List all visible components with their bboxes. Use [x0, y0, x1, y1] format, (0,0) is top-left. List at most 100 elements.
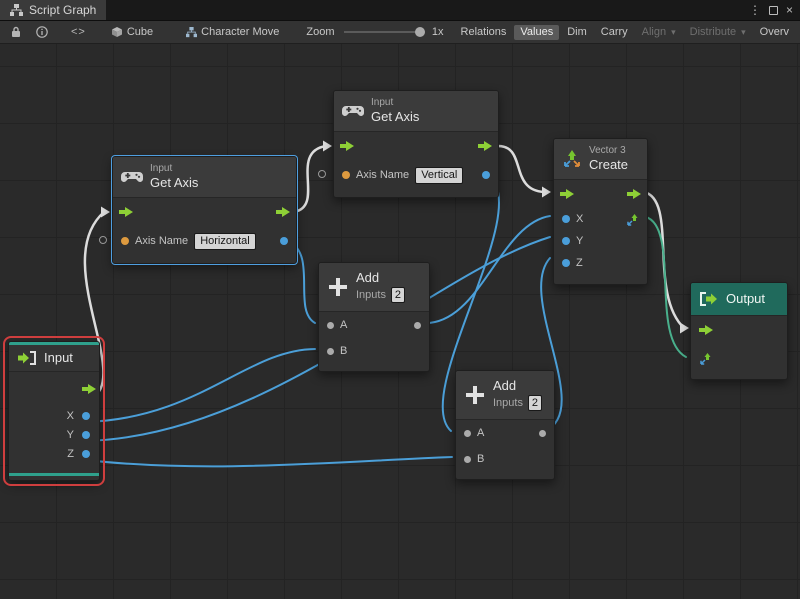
node-get-axis-vertical[interactable]: Input Get Axis Axis Name Vertical: [333, 90, 499, 198]
node-vector3-create[interactable]: Vector 3 Create X Y Z: [553, 138, 648, 285]
input-b-port[interactable]: [327, 348, 334, 355]
align-dropdown[interactable]: Align ▾: [636, 25, 682, 40]
align-label: Align: [642, 27, 666, 38]
output-icon: [699, 292, 719, 306]
flow-out-port[interactable]: [276, 207, 290, 217]
maximize-icon[interactable]: [769, 6, 778, 15]
flow-in-port[interactable]: [699, 325, 713, 335]
wire-data-input-z-to-add2-b[interactable]: [86, 457, 452, 466]
node-add-2[interactable]: Add Inputs 2 A B: [455, 370, 555, 480]
x-out-port[interactable]: [82, 412, 90, 420]
chevrons-icon[interactable]: <>: [71, 26, 86, 38]
port-label: Z: [67, 448, 74, 460]
values-button[interactable]: Values: [514, 25, 559, 40]
port-label: B: [340, 345, 347, 357]
more-menu-icon[interactable]: ⋮: [749, 4, 761, 16]
z-out-port[interactable]: [82, 450, 90, 458]
cube-button[interactable]: Cube: [105, 24, 159, 40]
flow-out-port[interactable]: [627, 189, 641, 199]
distribute-dropdown[interactable]: Distribute ▾: [684, 25, 752, 40]
character-move-button[interactable]: Character Move: [180, 25, 285, 40]
zoom-slider[interactable]: [344, 26, 425, 38]
node-header: Input Get Axis: [113, 157, 296, 198]
tab-label: Script Graph: [29, 3, 96, 17]
node-title: Get Axis: [150, 175, 198, 191]
flow-in-port[interactable]: [340, 141, 354, 151]
plus-icon: [464, 384, 486, 406]
zoom-slider-track: [344, 31, 425, 33]
vector3-icon: [562, 149, 582, 169]
flow-out-port[interactable]: [478, 141, 492, 151]
zoom-label: Zoom: [306, 26, 334, 38]
tab-script-graph[interactable]: Script Graph: [0, 0, 106, 20]
chevron-down-icon: ▾: [671, 28, 676, 37]
node-title: Create: [589, 157, 628, 173]
lock-button[interactable]: [5, 24, 27, 40]
info-icon: [36, 26, 48, 38]
x-in-port[interactable]: [562, 215, 570, 223]
flow-in-port[interactable]: [119, 207, 133, 217]
overview-button[interactable]: Overv: [754, 25, 795, 40]
node-add-1[interactable]: Add Inputs 2 A B: [318, 262, 430, 372]
flow-in-port[interactable]: [560, 189, 574, 199]
node-category: Input: [150, 163, 198, 175]
vector3-in-port[interactable]: [699, 352, 712, 365]
node-input[interactable]: Input X Y Z: [8, 341, 100, 481]
node-get-axis-horizontal[interactable]: Input Get Axis Axis Name Horizontal: [112, 156, 297, 264]
close-icon[interactable]: ×: [786, 4, 793, 16]
unconnected-port[interactable]: [99, 236, 107, 244]
axis-name-field[interactable]: Horizontal: [194, 233, 256, 250]
port-label: A: [477, 427, 484, 439]
relations-button[interactable]: Relations: [455, 25, 513, 40]
port-label: X: [576, 213, 583, 225]
input-icon: [17, 351, 37, 365]
axis-name-field[interactable]: Vertical: [415, 167, 463, 184]
wire-arrowhead: [101, 207, 110, 218]
graph-canvas[interactable]: Input Get Axis Axis Name Vertical Input …: [0, 44, 800, 599]
sum-out-port[interactable]: [414, 322, 421, 329]
node-title: Add: [356, 270, 405, 286]
node-header: Input: [9, 345, 99, 372]
axis-name-port[interactable]: [121, 237, 129, 245]
flow-out-port[interactable]: [82, 384, 96, 394]
info-button[interactable]: [30, 24, 54, 40]
dim-button[interactable]: Dim: [561, 25, 593, 40]
node-title: Add: [493, 378, 542, 394]
zoom-slider-handle[interactable]: [415, 27, 425, 37]
inputs-count-field[interactable]: 2: [528, 395, 542, 411]
port-label: X: [67, 410, 74, 422]
gamepad-icon: [342, 104, 364, 118]
carry-button[interactable]: Carry: [595, 25, 634, 40]
value-out-port[interactable]: [280, 237, 288, 245]
param-label: Axis Name: [356, 169, 409, 181]
vector3-out-port[interactable]: [626, 213, 639, 226]
port-label: A: [340, 319, 347, 331]
port-label: Y: [67, 429, 74, 441]
wire-flow-horizontal-to-vertical[interactable]: [294, 146, 326, 212]
node-header: Add Inputs 2: [456, 371, 554, 420]
graph-name-label: Character Move: [201, 27, 279, 38]
input-b-port[interactable]: [464, 456, 471, 463]
unconnected-port[interactable]: [318, 170, 326, 178]
zoom-value: 1x: [432, 26, 444, 38]
inputs-label: Inputs: [356, 286, 386, 304]
node-header: Add Inputs 2: [319, 263, 429, 312]
node-category: Vector 3: [589, 145, 628, 157]
input-a-port[interactable]: [464, 430, 471, 437]
sum-out-port[interactable]: [539, 430, 546, 437]
y-in-port[interactable]: [562, 237, 570, 245]
cube-icon: [111, 26, 123, 38]
input-a-port[interactable]: [327, 322, 334, 329]
node-header: Output: [691, 283, 787, 316]
z-in-port[interactable]: [562, 259, 570, 267]
wire-data-add1-to-vector3-x[interactable]: [420, 216, 550, 323]
wire-flow-vertical-to-vector3[interactable]: [496, 146, 544, 192]
wire-data-vector3-to-output[interactable]: [646, 217, 686, 357]
inputs-count-field[interactable]: 2: [391, 287, 405, 303]
node-output[interactable]: Output: [690, 282, 788, 380]
axis-name-port[interactable]: [342, 171, 350, 179]
node-category: Input: [371, 97, 419, 109]
view-options-group: Relations Values Dim Carry Align ▾ Distr…: [455, 25, 795, 40]
value-out-port[interactable]: [482, 171, 490, 179]
y-out-port[interactable]: [82, 431, 90, 439]
